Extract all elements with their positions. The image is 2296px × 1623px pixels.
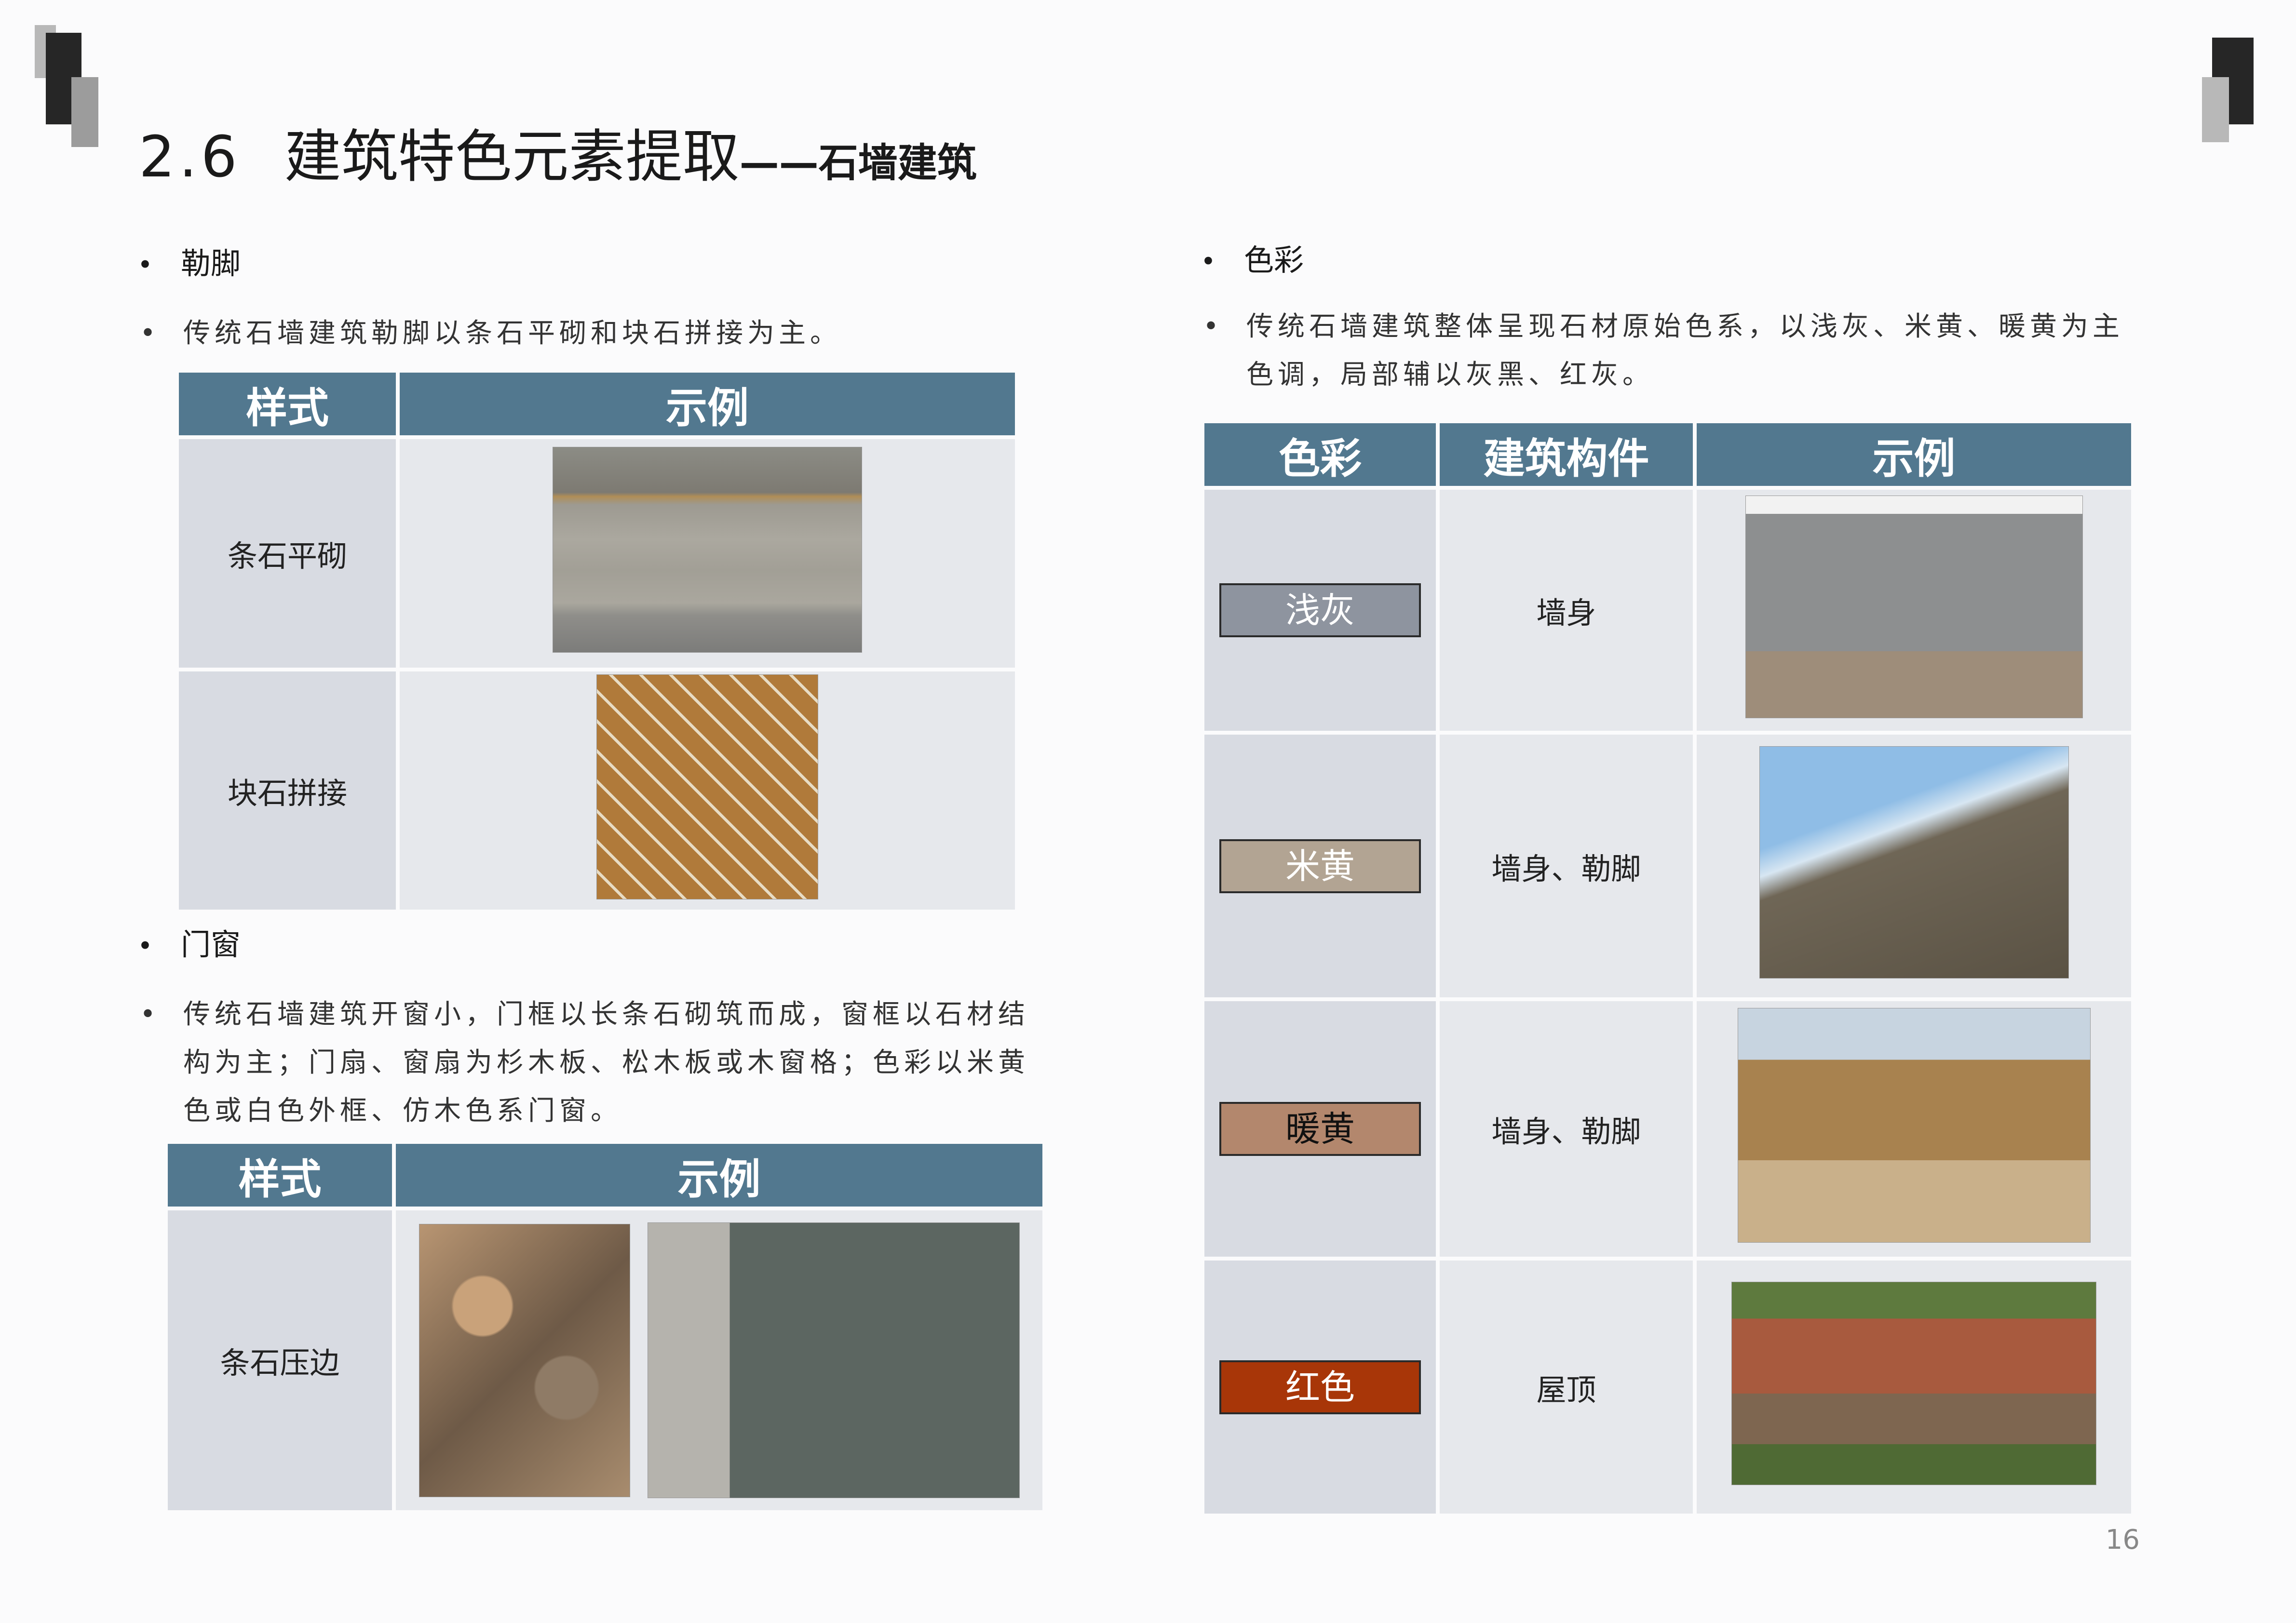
plinth-description: • 传统石墙建筑勒脚以条石平砌和块石拼接为主。: [140, 318, 841, 349]
table-row: 红色 屋顶: [1204, 1261, 2131, 1514]
table-row: 浅灰 墙身: [1204, 490, 2131, 731]
color-swatch-light-grey: 浅灰: [1219, 583, 1421, 637]
table-row: 条石压边: [168, 1210, 1042, 1510]
table-header: 示例: [396, 1144, 1042, 1207]
component-label: 墙身、勒脚: [1440, 1001, 1693, 1257]
table-row: 条石平砌: [179, 439, 1015, 668]
example-cell: [400, 439, 1015, 668]
page-number: 16: [2105, 1524, 2140, 1556]
page-title: 2.6 建筑特色元素提取——石墙建筑: [139, 121, 977, 200]
component-label: 屋顶: [1440, 1261, 1693, 1514]
doors-heading: • 门窗: [137, 927, 241, 962]
example-cell: [400, 671, 1015, 910]
stone-window-photo-2: [647, 1222, 1020, 1498]
table-header: 样式: [179, 373, 396, 435]
table-header: 样式: [168, 1144, 392, 1207]
example-cell: [1697, 490, 2131, 731]
table-row: 块石拼接: [179, 671, 1015, 910]
plinth-heading: • 勒脚: [137, 246, 241, 281]
rubble-stone-joint-photo: [596, 674, 818, 899]
doors-description: • 传统石墙建筑开窗小，门框以长条石砌筑而成，窗框以石材结构为主；门扇、窗扇为杉木…: [140, 999, 1029, 1127]
dressed-stone-course-photo: [553, 447, 862, 653]
component-label: 墙身、勒脚: [1440, 735, 1693, 997]
example-cell: [1697, 1001, 2131, 1257]
table-header: 建筑构件: [1440, 423, 1693, 486]
beige-stone-wall-photo: [1759, 746, 2069, 979]
table-row: 米黄 墙身、勒脚: [1204, 735, 2131, 997]
example-cell: [1697, 735, 2131, 997]
style-label: 块石拼接: [179, 671, 396, 910]
color-swatch-red: 红色: [1219, 1360, 1421, 1414]
color-cell: 暖黄: [1204, 1001, 1436, 1257]
color-table: 色彩 建筑构件 示例 浅灰 墙身 米黄 墙身、勒脚 暖黄 墙身、勒脚 红色 屋顶: [1201, 419, 2135, 1517]
table-header: 示例: [1697, 423, 2131, 486]
table-row: 暖黄 墙身、勒脚: [1204, 1001, 2131, 1257]
doors-table: 样式 示例 条石压边: [164, 1140, 1046, 1514]
grey-stone-mansion-photo: [1745, 495, 2083, 718]
warm-yellow-village-photo: [1737, 1008, 2091, 1243]
color-cell: 红色: [1204, 1261, 1436, 1514]
component-label: 墙身: [1440, 490, 1693, 731]
example-cell: [1697, 1261, 2131, 1514]
section-title: 建筑特色元素提取: [284, 123, 740, 190]
section-subtitle: ——石墙建筑: [739, 140, 977, 186]
style-label: 条石平砌: [179, 439, 396, 668]
stone-window-photo-1: [419, 1223, 630, 1497]
color-cell: 浅灰: [1204, 490, 1436, 731]
color-swatch-beige: 米黄: [1219, 839, 1421, 893]
table-header: 色彩: [1204, 423, 1436, 486]
color-description: • 传统石墙建筑整体呈现石材原始色系，以浅灰、米黄、暖黄为主色调，局部辅以灰黑、红…: [1203, 311, 2124, 390]
style-label: 条石压边: [168, 1210, 392, 1510]
plinth-table: 样式 示例 条石平砌 块石拼接: [175, 369, 1019, 913]
section-number: 2.6: [139, 123, 241, 190]
example-cell: [396, 1210, 1042, 1510]
red-roof-village-photo: [1731, 1282, 2096, 1485]
color-heading: • 色彩: [1201, 242, 1304, 278]
table-header: 示例: [400, 373, 1015, 435]
color-swatch-warm-yellow: 暖黄: [1219, 1102, 1421, 1156]
color-cell: 米黄: [1204, 735, 1436, 997]
